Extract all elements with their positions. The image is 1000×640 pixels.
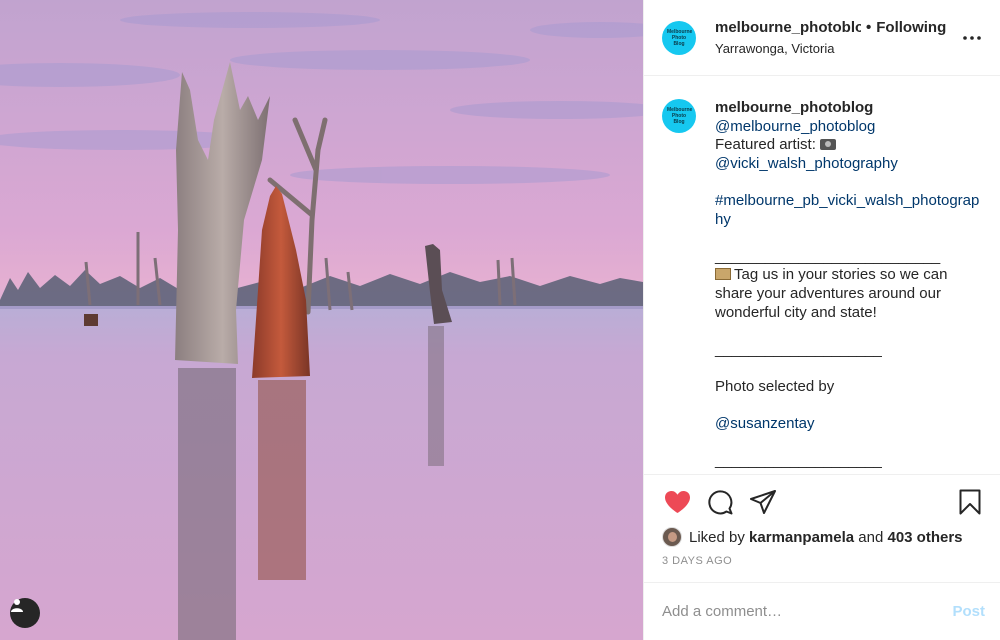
caption-ellipsis: .... xyxy=(715,471,985,473)
likes-conjunction: and xyxy=(858,528,884,546)
post-panel: Melbourne Photo Blog melbourne_photoblog… xyxy=(643,0,1000,640)
likes-prefix: Liked by xyxy=(689,528,745,546)
liker-username-link[interactable]: karmanpamela xyxy=(749,529,854,546)
user-icon xyxy=(11,599,23,612)
caption-avatar[interactable]: Melbourne Photo Blog xyxy=(662,99,696,133)
post-timestamp[interactable]: 3 DAYS AGO xyxy=(662,555,985,567)
more-icon xyxy=(963,35,981,40)
account-avatar[interactable]: Melbourne Photo Blog xyxy=(662,20,696,55)
photo-scene xyxy=(0,12,643,640)
camera-icon xyxy=(820,139,837,151)
header-top-line: melbourne_photoblog • Following xyxy=(715,19,960,36)
likes-summary: Liked by karmanpamela and 403 others xyxy=(662,527,985,547)
share-icon xyxy=(750,490,776,514)
hashtag-link[interactable]: #melbourne_pb_vicki_walsh_photography xyxy=(715,192,985,229)
artist-mention-link[interactable]: @vicki_walsh_photography xyxy=(715,155,985,174)
avatar-logo-text: Melbourne Photo Blog xyxy=(667,107,693,125)
comment-input[interactable] xyxy=(662,603,953,620)
header-separator: • xyxy=(866,19,872,36)
selected-by-text: Photo selected by xyxy=(715,377,835,395)
more-options-button[interactable] xyxy=(960,26,984,50)
post-photo[interactable] xyxy=(0,0,643,640)
featured-line: Featured artist: xyxy=(715,136,985,155)
action-icons xyxy=(662,487,985,517)
location-link[interactable]: Yarrawonga, Victoria xyxy=(715,41,960,56)
like-button[interactable] xyxy=(662,487,692,517)
post-header: Melbourne Photo Blog melbourne_photoblog… xyxy=(644,0,1000,76)
liker-avatar[interactable] xyxy=(662,527,682,547)
heart-icon xyxy=(664,491,690,513)
featured-label: Featured artist: xyxy=(715,136,816,154)
post-actions: Liked by karmanpamela and 403 others 3 D… xyxy=(644,474,1000,567)
post-comment-button[interactable]: Post xyxy=(952,603,985,620)
header-username-link[interactable]: melbourne_photoblog xyxy=(715,19,861,36)
header-text: melbourne_photoblog • Following Yarrawon… xyxy=(715,19,960,56)
likes-others-link[interactable]: 403 others xyxy=(887,529,962,546)
caption-row: Melbourne Photo Blog melbourne_photoblog… xyxy=(662,99,985,473)
comment-bar: Post xyxy=(644,582,1000,640)
comment-icon xyxy=(708,490,733,515)
caption-area: Melbourne Photo Blog melbourne_photoblog… xyxy=(644,77,1000,473)
comment-button[interactable] xyxy=(705,487,735,517)
divider-line: ____________________ xyxy=(715,340,882,358)
avatar-logo-text: Melbourne Photo Blog xyxy=(667,28,693,47)
share-button[interactable] xyxy=(748,487,778,517)
following-button[interactable]: Following xyxy=(876,19,946,36)
mention-link[interactable]: @melbourne_photoblog xyxy=(715,118,985,137)
selector-mention-link[interactable]: @susanzentay xyxy=(715,415,985,434)
tag-us-text: Tag us in your stories so we can share y… xyxy=(715,266,948,321)
divider-line: ___________________________ xyxy=(715,247,941,265)
user-tag-button[interactable] xyxy=(10,598,40,628)
bookmark-icon xyxy=(959,489,981,515)
save-button[interactable] xyxy=(955,487,985,517)
tag-us-line: Tag us in your stories so we can share y… xyxy=(715,266,985,322)
caption-body: melbourne_photoblog @melbourne_photoblog… xyxy=(715,99,985,473)
divider-line: ____________________ xyxy=(715,452,882,470)
caption-username-link[interactable]: melbourne_photoblog xyxy=(715,99,985,118)
box-icon xyxy=(715,268,731,281)
